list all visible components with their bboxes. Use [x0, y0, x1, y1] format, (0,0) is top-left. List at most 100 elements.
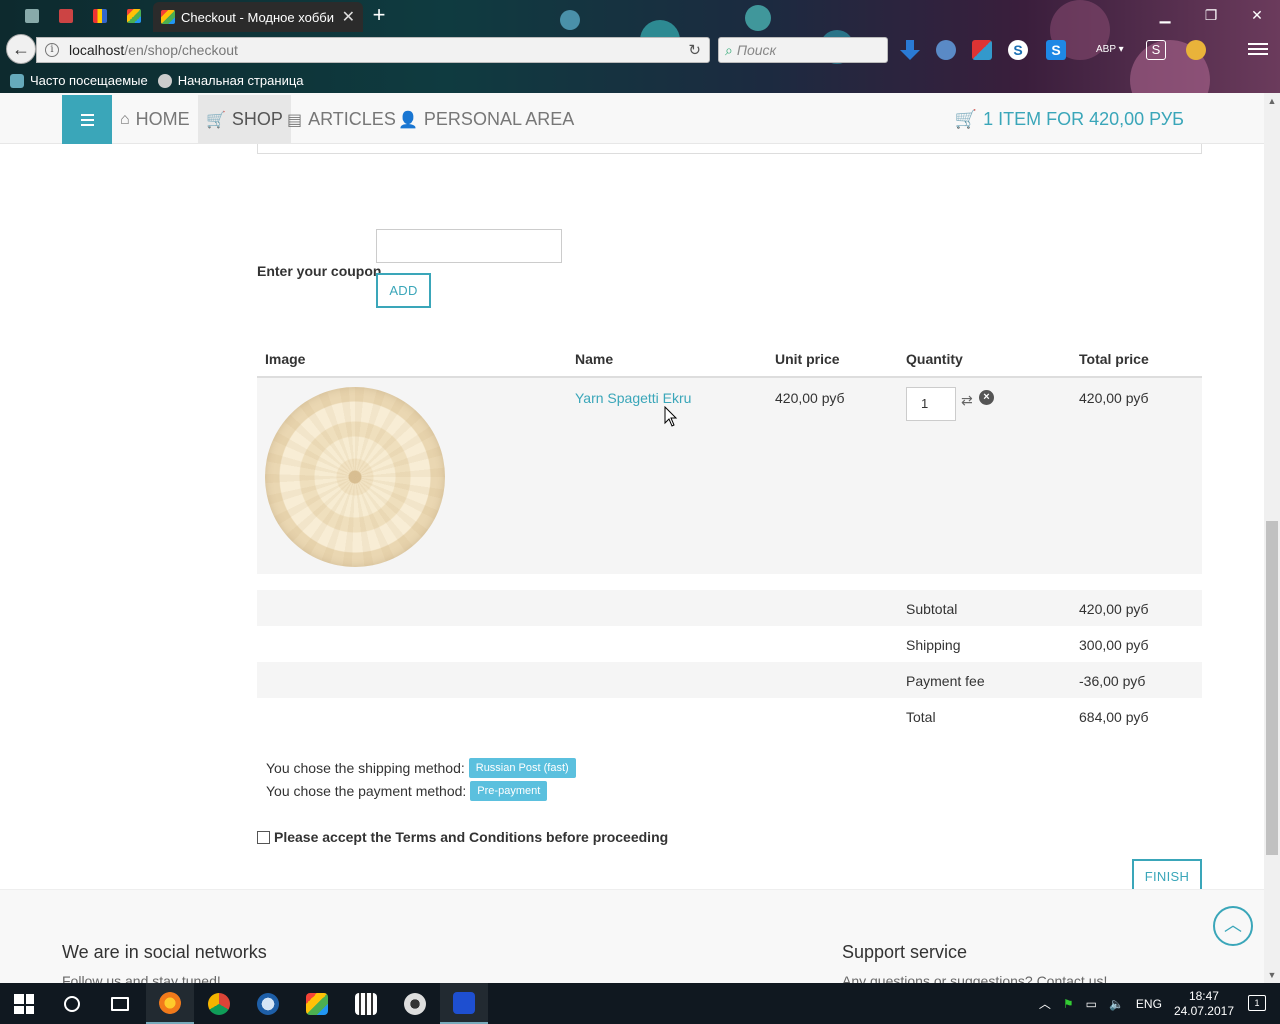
info-icon[interactable]: i — [45, 43, 59, 57]
adblock-icon[interactable]: ABP ▾ — [1096, 40, 1126, 60]
scroll-down-arrow[interactable]: ▼ — [1264, 967, 1280, 983]
navigation-toolbar: i localhost/en/shop/checkout ↻ ← ⌕ Поиск… — [0, 32, 1280, 68]
column-header: Quantity — [906, 351, 963, 367]
calculator-taskbar-button[interactable] — [342, 983, 390, 1024]
download-icon[interactable] — [900, 40, 920, 60]
scroll-to-top-button[interactable]: ︿ — [1213, 906, 1253, 946]
close-window-button[interactable]: ✕ — [1234, 4, 1280, 26]
scroll-up-arrow[interactable]: ▲ — [1264, 93, 1280, 109]
shipping-method-line: You chose the shipping method: Russian P… — [266, 758, 576, 778]
url-path: /en/shop/checkout — [124, 42, 238, 58]
chrome-taskbar-button[interactable] — [195, 983, 243, 1024]
webcam-taskbar-button[interactable] — [391, 983, 439, 1024]
clock-time: 18:47 — [1188, 988, 1219, 1003]
cart-summary-link[interactable]: 🛒 1 ITEM FOR 420,00 РУБ — [955, 95, 1184, 144]
close-icon[interactable]: ✕ — [342, 7, 355, 27]
network-icon[interactable]: ▭ — [1086, 997, 1097, 1011]
coupon-input[interactable] — [376, 229, 562, 263]
product-name-link[interactable]: Yarn Spagetti Ekru — [575, 390, 691, 406]
terms-checkbox[interactable] — [257, 830, 270, 844]
page-scrollbar[interactable]: ▲ ▼ — [1264, 93, 1280, 983]
minimize-button[interactable]: ▁ — [1142, 4, 1188, 26]
back-button[interactable]: ← — [6, 34, 36, 64]
s-outline-icon[interactable]: S — [1146, 40, 1166, 60]
search-placeholder: Поиск — [736, 42, 777, 58]
totals-label: Total — [906, 709, 936, 725]
search-icon — [64, 995, 80, 1012]
monkey-icon[interactable] — [1186, 40, 1206, 60]
hamburger-menu-button[interactable] — [62, 95, 112, 144]
task-view-button[interactable] — [96, 983, 144, 1024]
product-image[interactable] — [265, 387, 445, 567]
notification-center-icon[interactable]: 1 — [1248, 995, 1266, 1011]
column-header: Name — [575, 351, 614, 367]
s-addon-icon[interactable]: S — [1046, 40, 1066, 60]
joomla-icon — [161, 10, 175, 24]
clock[interactable]: 18:47 24.07.2017 — [1174, 989, 1234, 1019]
totals-label: Shipping — [906, 637, 961, 653]
webcam-icon — [404, 992, 426, 1015]
nav-articles[interactable]: ▤ ARTICLES — [279, 95, 404, 144]
folder-icon — [10, 73, 24, 88]
globe-icon[interactable] — [936, 40, 956, 60]
totals-row: Total 684,00 руб — [257, 698, 1202, 734]
footer-social-title: We are in social networks — [62, 942, 267, 962]
pinned-tab[interactable] — [118, 4, 150, 28]
scroll-thumb[interactable] — [1266, 521, 1278, 855]
clock-date: 24.07.2017 — [1173, 1003, 1234, 1018]
user-icon: 👤 — [398, 111, 418, 129]
pinned-tab[interactable] — [16, 4, 48, 28]
language-indicator[interactable]: ENG — [1136, 997, 1162, 1011]
refresh-icon[interactable]: ⇄ — [961, 392, 973, 409]
nav-personal-area[interactable]: 👤 PERSONAL AREA — [390, 95, 582, 144]
skype-icon[interactable]: S — [1008, 40, 1028, 60]
pinned-tab[interactable] — [50, 4, 82, 28]
bookmark-most-visited[interactable]: Часто посещаемые — [10, 73, 148, 88]
tab-strip: Checkout - Модное хобби ✕ + ▁ ❐ ✕ — [0, 0, 1280, 32]
totals-value: 684,00 руб — [1079, 709, 1149, 725]
start-button[interactable] — [0, 983, 48, 1024]
totals-label: Subtotal — [906, 601, 958, 617]
save-app-taskbar-button[interactable] — [440, 983, 488, 1024]
tab-title: Checkout - Модное хобби — [181, 9, 334, 25]
terms-checkbox-row[interactable]: Please accept the Terms and Conditions b… — [257, 829, 668, 845]
bookmark-start-page[interactable]: Начальная страница — [157, 73, 304, 88]
url-host: localhost — [69, 42, 125, 58]
url-bar[interactable]: i localhost/en/shop/checkout ↻ — [36, 37, 710, 63]
nav-shop[interactable]: 🛒 SHOP — [198, 95, 291, 144]
flag-icon[interactable]: ⚑ — [1063, 997, 1074, 1011]
nav-home[interactable]: ⌂ HOME — [112, 95, 198, 144]
joomla-icon — [127, 9, 141, 23]
pinned-tab[interactable] — [84, 4, 116, 28]
totals-row: Shipping 300,00 руб — [257, 626, 1202, 662]
quantity-input[interactable]: 1 — [906, 387, 956, 421]
volume-icon[interactable]: 🔈 — [1109, 997, 1124, 1011]
thunderbird-taskbar-button[interactable] — [244, 983, 292, 1024]
joomla-icon — [306, 992, 328, 1015]
bookmarks-bar: Часто посещаемые Начальная страница — [0, 68, 1280, 93]
bookmark-label: Начальная страница — [177, 73, 304, 88]
restore-button[interactable]: ❐ — [1188, 4, 1234, 26]
totals-value: 300,00 руб — [1079, 637, 1149, 653]
page-viewport: ⌂ HOME 🛒 SHOP ▤ ARTICLES 👤 PERSONAL AREA… — [0, 93, 1264, 983]
nav-label: PERSONAL AREA — [423, 109, 575, 129]
remove-icon[interactable]: × — [979, 390, 994, 405]
menu-icon[interactable] — [1248, 40, 1268, 58]
addon-icon[interactable] — [972, 40, 992, 60]
joomla-taskbar-button[interactable] — [293, 983, 341, 1024]
nav-label: ARTICLES — [308, 109, 396, 129]
order-totals: Subtotal 420,00 руб Shipping 300,00 руб … — [257, 590, 1202, 734]
footer-support-text: Any questions or suggestions? Contact us… — [842, 973, 1108, 983]
search-button[interactable] — [48, 983, 96, 1024]
firefox-taskbar-button[interactable] — [146, 983, 194, 1024]
chevron-up-icon[interactable]: ︿ — [1039, 995, 1051, 1012]
shipping-method-text: You chose the shipping method: — [266, 760, 465, 776]
floppy-icon — [453, 991, 475, 1014]
add-coupon-button[interactable]: ADD — [376, 273, 431, 308]
active-tab[interactable]: Checkout - Модное хобби ✕ — [153, 2, 363, 32]
cart-icon: 🛒 — [206, 111, 226, 129]
new-tab-button[interactable]: + — [368, 4, 390, 26]
bag-icon — [25, 9, 39, 23]
reload-icon[interactable]: ↻ — [688, 41, 701, 59]
search-input[interactable]: ⌕ Поиск — [718, 37, 888, 63]
